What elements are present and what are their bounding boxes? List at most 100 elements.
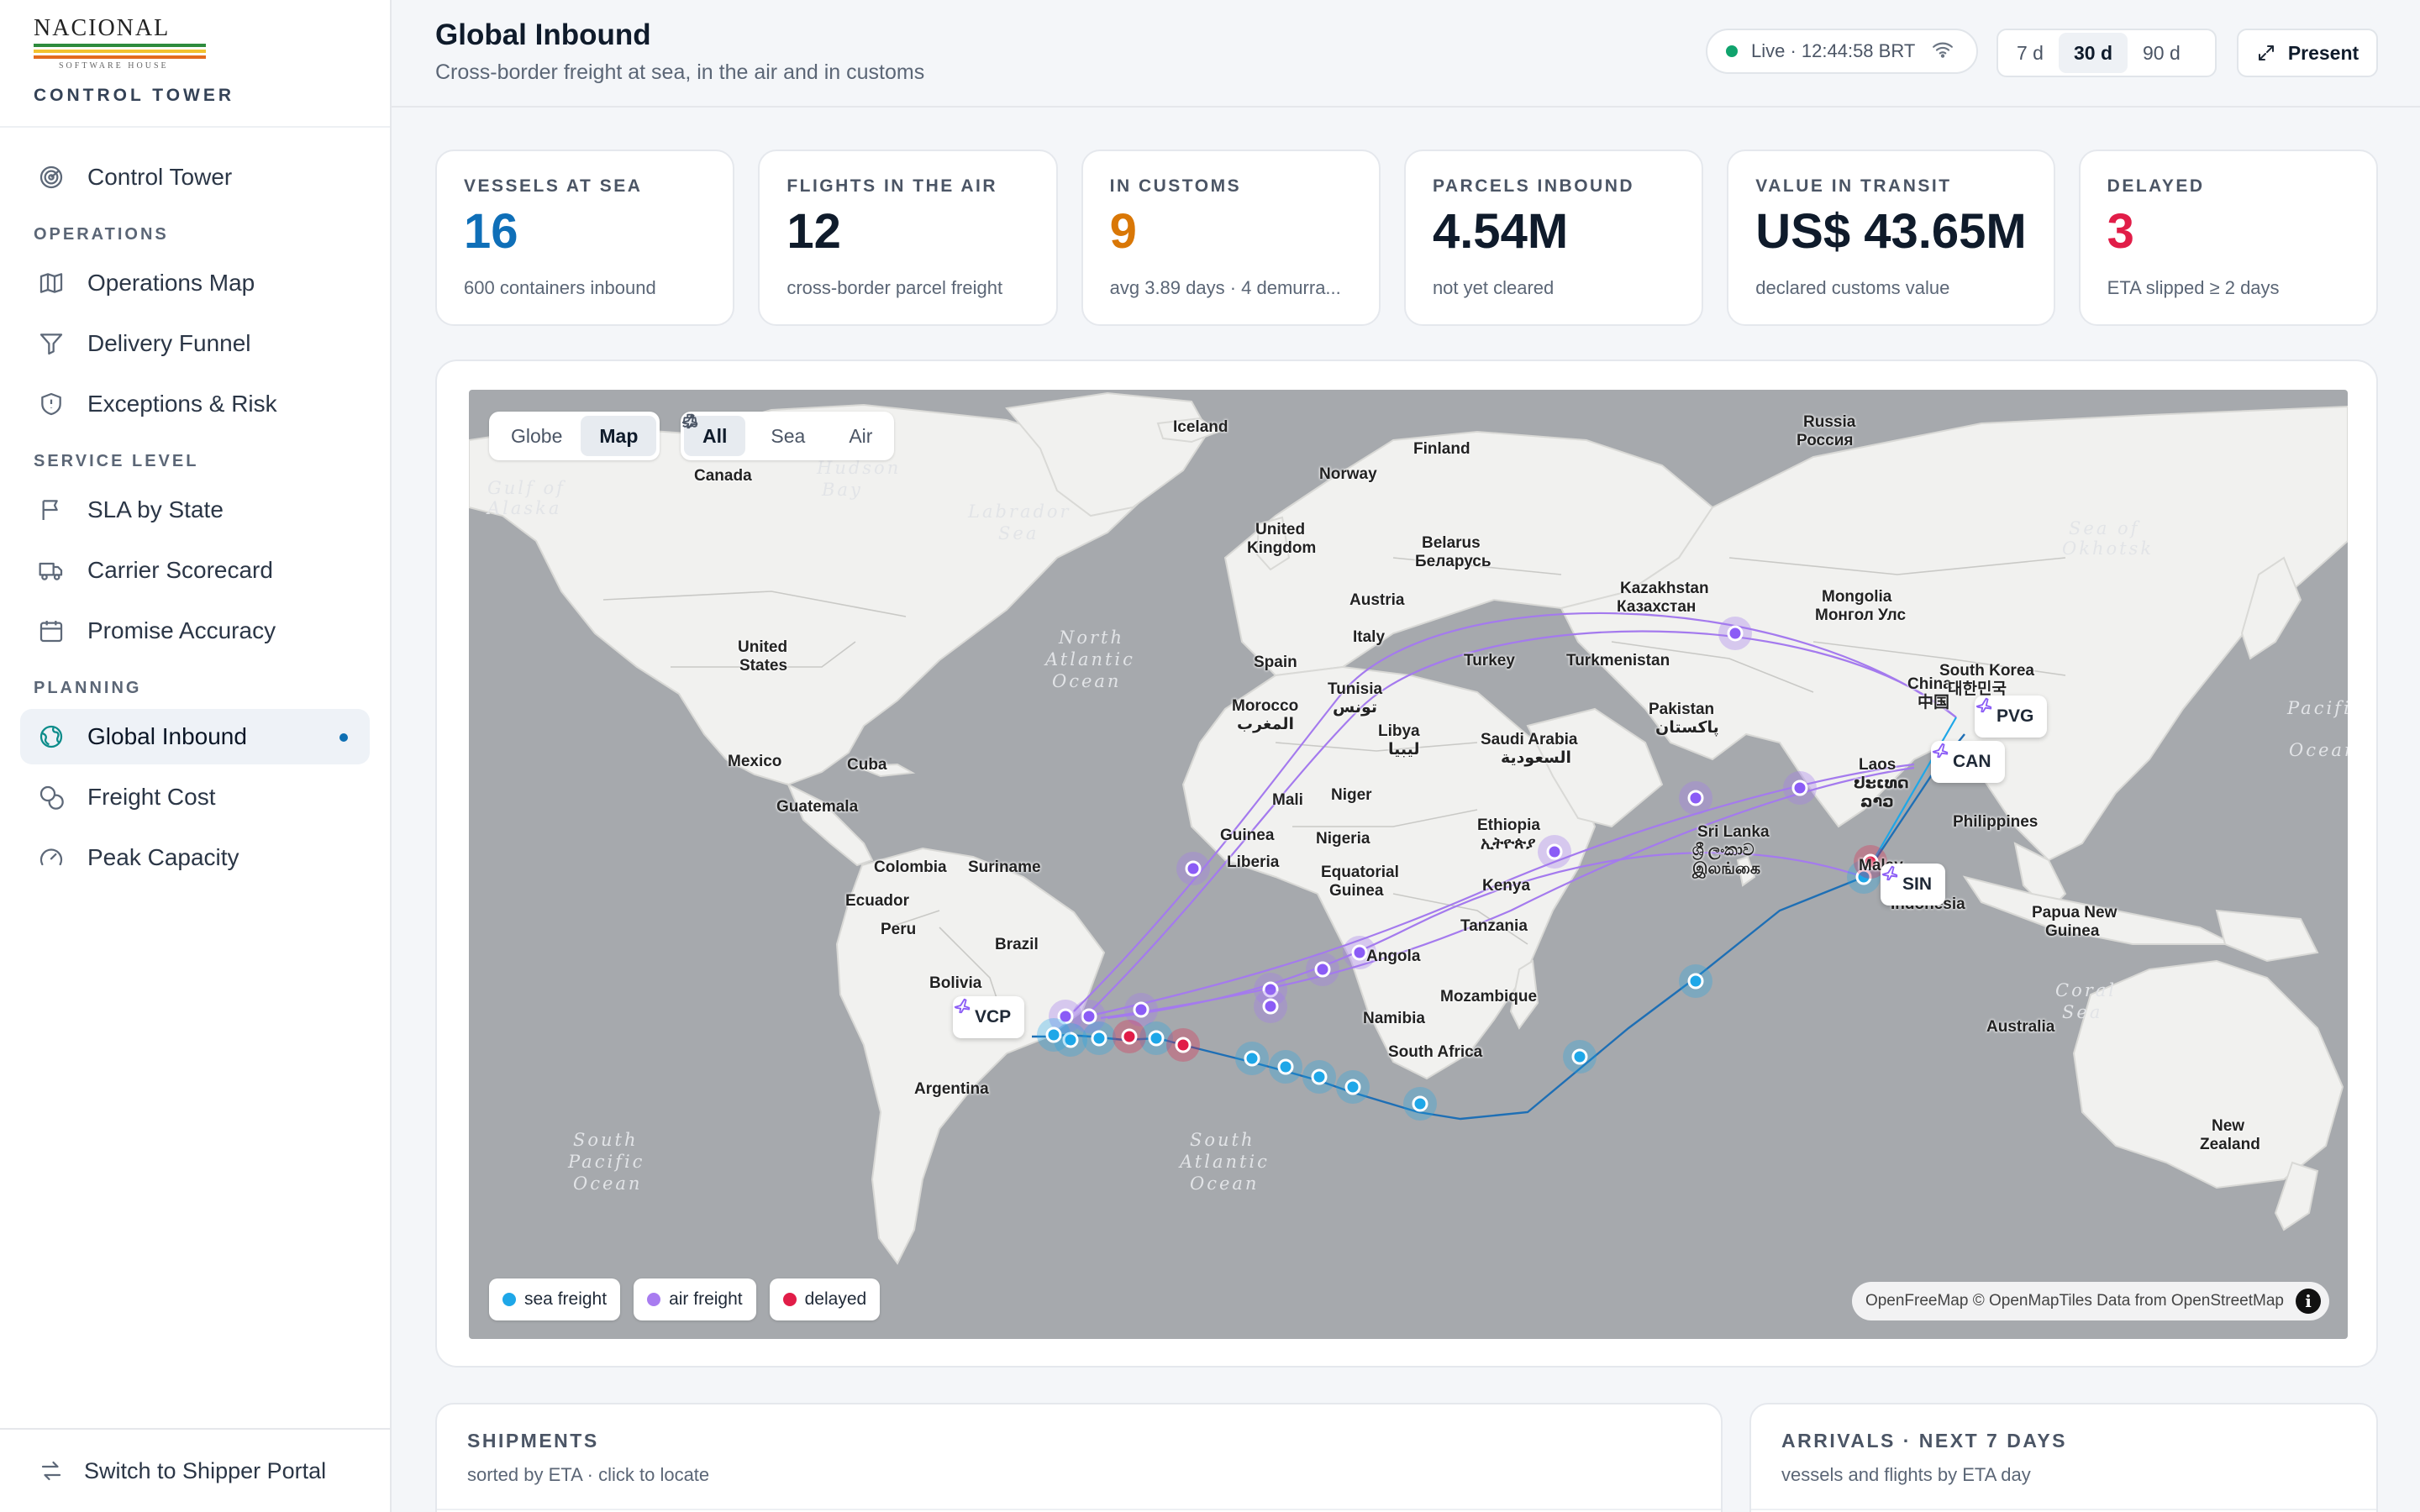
globe-view-button[interactable]: Globe bbox=[492, 416, 581, 456]
sidebar-item-promise-accuracy[interactable]: Promise Accuracy bbox=[20, 603, 370, 659]
air-marker[interactable] bbox=[1718, 617, 1752, 650]
air-marker[interactable] bbox=[1538, 835, 1571, 869]
range-90d-button[interactable]: 90 d bbox=[2128, 33, 2196, 73]
south-america-land bbox=[835, 847, 1106, 1265]
map-layer bbox=[469, 391, 2348, 1265]
sea-marker[interactable] bbox=[1336, 1070, 1370, 1104]
place-label: Spain bbox=[1254, 654, 1297, 671]
wifi-icon bbox=[1932, 40, 1954, 63]
place-label: المغرب bbox=[1237, 716, 1295, 733]
delayed-marker[interactable] bbox=[1166, 1028, 1200, 1062]
sidebar-item-label: Carrier Scorecard bbox=[87, 557, 273, 583]
ocean-label: Pacifi bbox=[2287, 698, 2348, 718]
hub-marker-vcp[interactable]: VCP bbox=[953, 996, 1025, 1038]
attribution-openfreemap-link[interactable]: OpenFreeMap bbox=[1865, 1292, 1969, 1310]
live-status-pill: Live · 12:44:58 BRT bbox=[1706, 29, 1978, 74]
kpi-label: VESSELS AT SEA bbox=[464, 176, 643, 196]
brand-sub: SOFTWARE HOUSE bbox=[59, 61, 169, 71]
sidebar-item-label: Freight Cost bbox=[87, 784, 216, 810]
coins-icon bbox=[37, 783, 66, 811]
ocean-label: Gulf of bbox=[487, 478, 566, 498]
sea-marker[interactable] bbox=[1269, 1050, 1302, 1084]
place-label: Morocco bbox=[1232, 697, 1299, 715]
sea-marker[interactable] bbox=[1302, 1060, 1336, 1094]
range-7d-button[interactable]: 7 d bbox=[2002, 33, 2059, 73]
switch-to-shipper-portal-button[interactable]: Switch to Shipper Portal bbox=[0, 1428, 390, 1512]
sea-marker[interactable] bbox=[1403, 1087, 1437, 1121]
arrivals-title: ARRIVALS · NEXT 7 DAYS bbox=[1781, 1430, 2067, 1452]
sidebar-item-operations-map[interactable]: Operations Map bbox=[20, 255, 370, 311]
place-label: Bolivia bbox=[929, 974, 982, 992]
air-marker[interactable] bbox=[1176, 852, 1210, 885]
delayed-marker[interactable] bbox=[1113, 1020, 1146, 1053]
place-label: States bbox=[739, 657, 788, 675]
swap-icon bbox=[39, 1458, 64, 1483]
sea-marker[interactable] bbox=[1037, 1018, 1071, 1052]
map-attribution: OpenFreeMap © OpenMapTiles Data from Ope… bbox=[1851, 1282, 2329, 1320]
attribution-openmaptiles-link[interactable]: © OpenMapTiles bbox=[1973, 1292, 2092, 1310]
sidebar-item-delivery-funnel[interactable]: Delivery Funnel bbox=[20, 316, 370, 371]
hub-marker-sin[interactable]: SIN bbox=[1881, 864, 1946, 906]
place-label: Kingdom bbox=[1247, 539, 1317, 557]
place-label: Mozambique bbox=[1440, 988, 1538, 1005]
legend-label: sea freight bbox=[524, 1289, 608, 1309]
place-label: Mexico bbox=[728, 753, 782, 770]
divider bbox=[437, 1509, 1721, 1510]
sidebar-nav: Control Tower OPERATIONS Operations Map … bbox=[0, 128, 390, 885]
air-marker[interactable] bbox=[1306, 953, 1339, 986]
world-map[interactable]: Iceland Russia Россия Finland Norway Can… bbox=[469, 390, 2348, 1339]
place-label: New bbox=[2212, 1117, 2245, 1135]
place-label: Guinea bbox=[2045, 922, 2100, 940]
filter-sea-button[interactable]: Sea bbox=[682, 413, 823, 456]
kpi-sub: not yet cleared bbox=[1432, 277, 1555, 298]
sidebar-item-carrier-scorecard[interactable]: Carrier Scorecard bbox=[20, 543, 370, 598]
map-legend: sea freight air freight delayed bbox=[489, 1278, 881, 1320]
place-label: United bbox=[738, 638, 788, 656]
air-marker[interactable] bbox=[1254, 990, 1287, 1023]
map-view-button[interactable]: Map bbox=[581, 416, 657, 456]
air-marker[interactable] bbox=[1783, 771, 1817, 805]
legend-sea-freight: sea freight bbox=[489, 1278, 621, 1320]
ocean-label: South bbox=[573, 1130, 639, 1150]
ocean-label: Labrador bbox=[968, 501, 1071, 522]
hub-marker-pvg[interactable]: PVG bbox=[1975, 696, 2048, 738]
shipments-subtitle: sorted by ETA · click to locate bbox=[467, 1464, 710, 1485]
sidebar-item-control-tower[interactable]: Control Tower bbox=[20, 150, 370, 205]
ocean-label: Ocean bbox=[1190, 1173, 1260, 1194]
info-icon[interactable]: i bbox=[2296, 1289, 2321, 1314]
sea-marker[interactable] bbox=[1235, 1042, 1269, 1075]
place-label: Niger bbox=[1331, 786, 1372, 804]
hub-marker-can[interactable]: CAN bbox=[1931, 741, 2005, 783]
sea-marker[interactable] bbox=[1563, 1040, 1597, 1074]
sidebar-item-global-inbound[interactable]: Global Inbound bbox=[20, 709, 370, 764]
kpi-sub: avg 3.89 days · 4 demurra... bbox=[1109, 277, 1341, 298]
asia-land bbox=[1560, 405, 2348, 862]
range-30d-button[interactable]: 30 d bbox=[2058, 33, 2128, 73]
filter-air-button[interactable]: Air bbox=[681, 413, 891, 456]
ocean-label: Atlantic bbox=[1180, 1152, 1270, 1172]
sidebar-item-exceptions-risk[interactable]: Exceptions & Risk bbox=[20, 376, 370, 432]
page-header: Global Inbound Cross-border freight at s… bbox=[392, 0, 2420, 108]
kpi-card-value-in-transit: VALUE IN TRANSIT US$ 43.65M declared cus… bbox=[1727, 150, 2055, 326]
sidebar-item-freight-cost[interactable]: Freight Cost bbox=[20, 769, 370, 825]
place-label: ليبيا bbox=[1388, 741, 1420, 759]
sidebar-item-sla-by-state[interactable]: SLA by State bbox=[20, 482, 370, 538]
sea-marker[interactable] bbox=[1679, 964, 1712, 998]
place-label: Mongolia bbox=[1822, 588, 1892, 606]
kpi-card-vessels-at-sea: VESSELS AT SEA 16 600 containers inbound bbox=[435, 150, 735, 326]
air-marker[interactable] bbox=[1679, 781, 1712, 815]
present-button[interactable]: Present bbox=[2237, 29, 2378, 77]
sea-marker[interactable] bbox=[1082, 1021, 1116, 1055]
north-america-land bbox=[469, 403, 1143, 786]
attribution-openstreetmap-link[interactable]: OpenStreetMap bbox=[2171, 1292, 2284, 1310]
place-label: Papua New bbox=[2032, 904, 2118, 921]
ocean-label: Sea of bbox=[2069, 518, 2140, 538]
ocean-label: Okhotsk bbox=[2062, 538, 2154, 559]
place-label: Guatemala bbox=[776, 798, 859, 816]
globe-icon bbox=[37, 722, 66, 751]
legend-dot bbox=[782, 1293, 797, 1306]
shipments-card: SHIPMENTS sorted by ETA · click to locat… bbox=[435, 1403, 1723, 1512]
sidebar-item-peak-capacity[interactable]: Peak Capacity bbox=[20, 830, 370, 885]
filter-sea-label: Sea bbox=[771, 425, 806, 447]
kpi-value: 9 bbox=[1109, 204, 1137, 259]
